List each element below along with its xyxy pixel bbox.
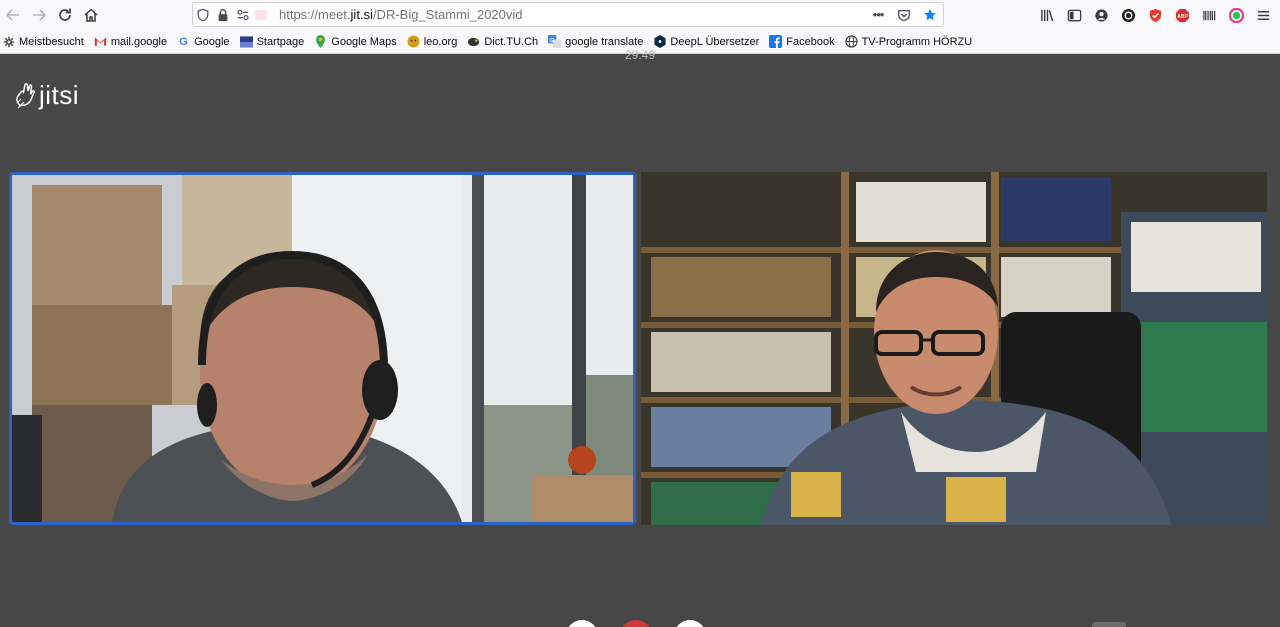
dict-icon [467, 35, 480, 48]
globe-icon [844, 35, 858, 48]
shield-icon[interactable] [193, 5, 213, 25]
home-button[interactable] [78, 2, 104, 28]
sidebar-icon[interactable] [1064, 5, 1085, 26]
leo-icon [407, 35, 420, 48]
svg-text:ABP: ABP [1177, 13, 1188, 19]
page-actions-menu[interactable]: ••• [867, 5, 889, 25]
lock-icon[interactable] [213, 5, 233, 25]
url-text[interactable]: https://meet.jit.si/DR-Big_Stammi_2020vi… [279, 7, 523, 22]
microphone-button[interactable] [566, 620, 598, 627]
forward-button[interactable] [26, 2, 52, 28]
tile-view-toggle-button[interactable] [1092, 622, 1126, 627]
bookmark-dict[interactable]: Dict.TU.Ch [467, 35, 538, 48]
camera-button[interactable] [674, 620, 706, 627]
extension-barcode-icon[interactable] [1199, 5, 1220, 26]
jitsi-hand-icon [16, 82, 35, 108]
jitsi-logo-text: jitsi [39, 80, 80, 110]
participant-video-1-frame [12, 175, 633, 522]
reload-button[interactable] [52, 2, 78, 28]
gear-icon [2, 35, 15, 48]
hamburger-menu-icon[interactable] [1253, 5, 1274, 26]
bookmark-facebook[interactable]: Facebook [769, 35, 835, 48]
participant-video-2-frame [641, 172, 1267, 525]
meeting-timer: 29:49 [624, 48, 656, 62]
library-icon[interactable] [1037, 5, 1058, 26]
svg-text:G: G [550, 38, 554, 44]
bookmark-star-icon[interactable] [919, 5, 941, 25]
deepl-icon [653, 35, 666, 48]
extension-adblock-icon[interactable]: ABP [1172, 5, 1193, 26]
back-button[interactable] [0, 2, 26, 28]
bookmark-leo[interactable]: leo.org [407, 35, 457, 48]
extension-ublock-icon[interactable] [1118, 5, 1139, 26]
arrow-right-icon [33, 9, 47, 21]
pocket-icon[interactable] [893, 5, 915, 25]
browser-toolbar: https://meet.jit.si/DR-Big_Stammi_2020vi… [0, 0, 1280, 30]
facebook-icon [769, 35, 783, 48]
bookmark-google-maps[interactable]: Google Maps [314, 35, 397, 48]
maps-pin-icon [314, 35, 327, 48]
bookmark-mail-google[interactable]: mail.google [94, 35, 167, 48]
bookmark-google[interactable]: G Google [177, 35, 229, 48]
startpage-icon [239, 35, 253, 48]
google-icon: G [179, 35, 188, 48]
participant-video-2[interactable] [641, 172, 1267, 525]
hangup-button[interactable] [620, 620, 652, 627]
translate-icon: G [548, 35, 562, 48]
gmail-icon [94, 35, 107, 48]
participant-video-1[interactable] [9, 172, 636, 525]
account-icon[interactable] [1091, 5, 1112, 26]
home-icon [84, 8, 98, 22]
extension-color-icon[interactable] [1226, 5, 1247, 26]
bookmark-tv-programm[interactable]: TV-Programm HÖRZU [844, 35, 972, 48]
reload-icon [59, 8, 71, 21]
permissions-icon[interactable] [233, 5, 253, 25]
extension-shield-icon[interactable] [1145, 5, 1166, 26]
url-bar[interactable]: https://meet.jit.si/DR-Big_Stammi_2020vi… [192, 2, 944, 27]
bookmark-google-translate[interactable]: G google translate [548, 35, 643, 48]
jitsi-logo[interactable]: jitsi [14, 80, 79, 111]
camera-permission-indicator[interactable] [255, 9, 267, 20]
meeting-toolbar [566, 620, 706, 627]
bookmark-startpage[interactable]: Startpage [239, 35, 304, 48]
bookmark-meistbesucht[interactable]: Meistbesucht [2, 35, 84, 48]
arrow-left-icon [5, 9, 19, 21]
bookmark-deepl[interactable]: DeepL Übersetzer [653, 35, 759, 48]
